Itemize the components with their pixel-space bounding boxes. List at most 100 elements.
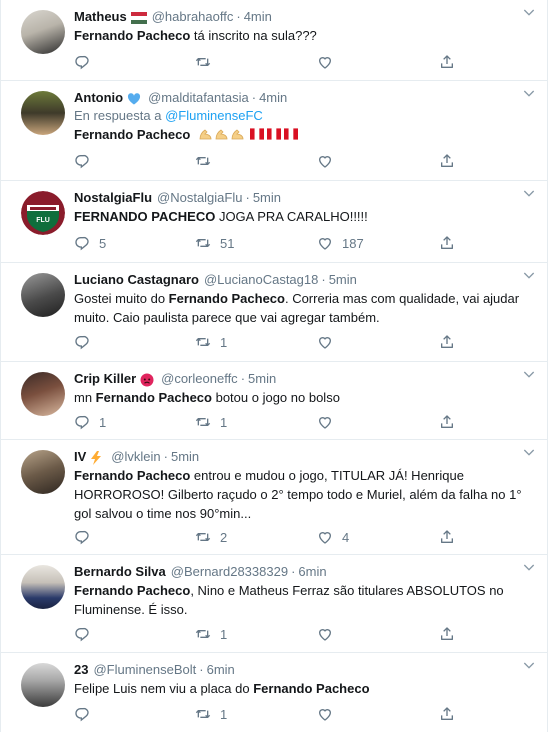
- tweet-actions: 1: [74, 626, 474, 644]
- like-button[interactable]: [317, 414, 333, 430]
- heart-icon: [317, 153, 333, 169]
- tweet[interactable]: FLU NostalgiaFlu @NostalgiaFlu · 5min FE…: [1, 181, 547, 263]
- avatar[interactable]: [21, 663, 65, 707]
- share-button[interactable]: [439, 54, 455, 70]
- chevron-down-icon[interactable]: [521, 4, 537, 20]
- timestamp[interactable]: 4min: [244, 8, 272, 26]
- separator-dot: ·: [321, 272, 326, 287]
- share-button[interactable]: [439, 706, 455, 722]
- avatar[interactable]: [21, 10, 65, 54]
- avatar[interactable]: [21, 372, 65, 416]
- tweet-text: Fernando Pacheco, Nino e Matheus Ferraz …: [74, 583, 504, 617]
- retweet-button[interactable]: 1: [195, 414, 227, 430]
- reply-icon: [74, 626, 90, 642]
- share-button[interactable]: [439, 529, 455, 545]
- chevron-down-icon[interactable]: [521, 366, 537, 382]
- timestamp[interactable]: 5min: [329, 271, 357, 289]
- tweet-text: Felipe Luis nem viu a placa do Fernando …: [74, 681, 370, 696]
- share-button[interactable]: [439, 334, 455, 350]
- reply-button[interactable]: 1: [74, 414, 106, 430]
- author-handle[interactable]: @lvklein: [111, 448, 160, 466]
- retweet-button[interactable]: 51: [195, 235, 234, 251]
- share-button[interactable]: [439, 626, 455, 642]
- timestamp[interactable]: 4min: [259, 89, 287, 107]
- tweet[interactable]: Bernardo Silva @Bernard28338329 · 6min F…: [1, 555, 547, 653]
- reply-button[interactable]: [74, 54, 90, 70]
- author-name[interactable]: 23: [74, 661, 88, 679]
- like-button[interactable]: 187: [317, 235, 364, 251]
- retweet-button[interactable]: [195, 54, 211, 70]
- retweet-count: 1: [220, 414, 228, 430]
- like-button[interactable]: [317, 334, 333, 350]
- retweet-button[interactable]: 2: [195, 529, 227, 545]
- avatar[interactable]: FLU: [21, 191, 65, 235]
- avatar[interactable]: [21, 450, 65, 494]
- reply-icon: [74, 706, 90, 722]
- share-button[interactable]: [439, 153, 455, 169]
- peru-flag-emoji: [249, 127, 301, 142]
- reply-button[interactable]: [74, 334, 90, 350]
- timestamp[interactable]: 5min: [171, 448, 199, 466]
- author-handle[interactable]: @habrahaoffc: [152, 8, 234, 26]
- like-button[interactable]: [317, 153, 333, 169]
- author-name[interactable]: Luciano Castagnaro: [74, 271, 199, 289]
- author-handle[interactable]: @NostalgiaFlu: [157, 189, 242, 207]
- author-name[interactable]: Matheus: [74, 8, 127, 26]
- reply-to-link[interactable]: @FluminenseFC: [165, 108, 263, 123]
- tweet[interactable]: Crip Killer @corleoneffc · 5min mn Ferna…: [1, 362, 547, 440]
- author-name[interactable]: IV: [74, 448, 86, 466]
- chevron-down-icon[interactable]: [521, 267, 537, 283]
- chevron-down-icon[interactable]: [521, 185, 537, 201]
- like-button[interactable]: [317, 626, 333, 642]
- like-button[interactable]: [317, 54, 333, 70]
- reply-icon: [74, 54, 90, 70]
- lightning-badge: [90, 451, 106, 465]
- author-handle[interactable]: @FluminenseBolt: [93, 661, 196, 679]
- timestamp[interactable]: 6min: [207, 661, 235, 679]
- reply-button[interactable]: [74, 529, 90, 545]
- reply-button[interactable]: [74, 153, 90, 169]
- author-handle[interactable]: @malditafantasia: [148, 89, 249, 107]
- timestamp[interactable]: 5min: [253, 189, 281, 207]
- tweet[interactable]: IV @lvklein · 5min Fernando Pacheco entr…: [1, 440, 547, 555]
- author-handle[interactable]: @LucianoCastag18: [204, 271, 318, 289]
- share-button[interactable]: [439, 235, 455, 251]
- author-handle[interactable]: @Bernard28338329: [171, 563, 288, 581]
- retweet-button[interactable]: 1: [195, 334, 227, 350]
- retweet-button[interactable]: 1: [195, 706, 227, 722]
- timestamp[interactable]: 6min: [298, 563, 326, 581]
- share-icon: [439, 235, 455, 251]
- share-button[interactable]: [439, 414, 455, 430]
- tweet[interactable]: Antonio @malditafantasia · 4min En respu…: [1, 81, 547, 181]
- avatar[interactable]: [21, 273, 65, 317]
- chevron-down-icon[interactable]: [521, 657, 537, 673]
- tweet[interactable]: 23 @FluminenseBolt · 6min Felipe Luis ne…: [1, 653, 547, 732]
- retweet-count: 1: [220, 706, 228, 722]
- chevron-down-icon[interactable]: [521, 444, 537, 460]
- angry-face-badge: [140, 373, 156, 387]
- reply-button[interactable]: 5: [74, 235, 106, 251]
- tweet[interactable]: Luciano Castagnaro @LucianoCastag18 · 5m…: [1, 263, 547, 362]
- retweet-icon: [195, 54, 211, 70]
- reply-button[interactable]: [74, 626, 90, 642]
- author-name[interactable]: Bernardo Silva: [74, 563, 166, 581]
- tweet-actions: 1: [74, 334, 474, 352]
- avatar[interactable]: [21, 565, 65, 609]
- retweet-button[interactable]: [195, 153, 211, 169]
- like-button[interactable]: [317, 706, 333, 722]
- chevron-down-icon[interactable]: [521, 559, 537, 575]
- like-button[interactable]: 4: [317, 529, 349, 545]
- tweet[interactable]: Matheus @habrahaoffc · 4min Fernando Pac…: [1, 0, 547, 81]
- avatar[interactable]: [21, 91, 65, 135]
- timestamp[interactable]: 5min: [248, 370, 276, 388]
- reply-icon: [74, 334, 90, 350]
- share-icon: [439, 153, 455, 169]
- author-handle[interactable]: @corleoneffc: [161, 370, 238, 388]
- reply-button[interactable]: [74, 706, 90, 722]
- chevron-down-icon[interactable]: [521, 85, 537, 101]
- share-icon: [439, 706, 455, 722]
- author-name[interactable]: Antonio: [74, 89, 123, 107]
- retweet-button[interactable]: 1: [195, 626, 227, 642]
- author-name[interactable]: NostalgiaFlu: [74, 189, 152, 207]
- author-name[interactable]: Crip Killer: [74, 370, 136, 388]
